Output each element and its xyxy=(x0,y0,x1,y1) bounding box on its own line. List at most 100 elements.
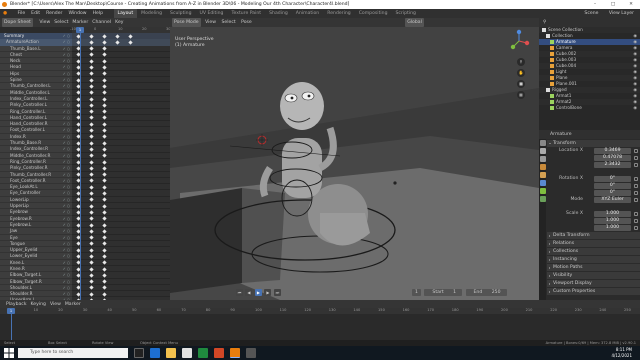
timeline-ruler[interactable]: 0102030405060708090100110120130140150160… xyxy=(0,308,640,314)
keyframe[interactable] xyxy=(102,191,107,196)
keyframe[interactable] xyxy=(89,59,94,64)
keyframe[interactable] xyxy=(89,90,94,95)
scale-x-value[interactable]: 1.000 xyxy=(594,211,631,217)
menu-render[interactable]: Render xyxy=(43,9,65,18)
dopesheet-menu-view[interactable]: View xyxy=(37,18,52,27)
keyframe[interactable] xyxy=(102,178,107,184)
location-z-lock-icon[interactable] xyxy=(634,162,638,167)
keyframe[interactable] xyxy=(89,292,94,297)
keyframe[interactable] xyxy=(102,260,107,265)
rotation-z-lock-icon[interactable] xyxy=(634,190,638,195)
keyframe[interactable] xyxy=(89,254,94,259)
mode-select[interactable]: Pose Mode xyxy=(172,18,201,27)
keyframe[interactable] xyxy=(102,197,107,202)
keyframe[interactable] xyxy=(102,141,107,146)
task-view-icon[interactable] xyxy=(134,348,144,358)
keyframe[interactable] xyxy=(102,103,107,108)
keyframe[interactable] xyxy=(102,216,107,221)
blender-menu-icon[interactable]: ● xyxy=(0,9,10,18)
outliner-search-icon[interactable]: ⚲ xyxy=(541,18,548,27)
armature-data-tab-icon[interactable] xyxy=(539,188,546,194)
dopesheet-menu-select[interactable]: Select xyxy=(52,18,70,27)
scene-tab-icon[interactable] xyxy=(539,164,546,170)
keyframe[interactable] xyxy=(102,266,107,272)
keyframe[interactable] xyxy=(102,279,107,284)
keyframe[interactable] xyxy=(102,147,107,152)
output-tab-icon[interactable] xyxy=(539,156,546,162)
keyframe[interactable] xyxy=(102,241,107,247)
play-icon[interactable]: ▶ xyxy=(254,289,262,296)
dopesheet-frame-ruler[interactable]: -10 0 10 20 30 xyxy=(70,27,171,33)
keyframe[interactable] xyxy=(89,33,94,39)
file-explorer-icon[interactable] xyxy=(166,348,176,358)
keyframe[interactable] xyxy=(102,285,107,291)
keyframe[interactable] xyxy=(102,153,107,158)
keyframe[interactable] xyxy=(89,222,94,228)
location-y-value[interactable]: 0.47078 xyxy=(594,155,631,161)
keyframe[interactable] xyxy=(102,235,107,240)
keyframe[interactable] xyxy=(89,103,94,108)
keyframe[interactable] xyxy=(89,84,94,89)
keyframe[interactable] xyxy=(102,78,107,83)
3d-viewport[interactable] xyxy=(170,18,539,300)
edge-browser-icon[interactable] xyxy=(150,348,160,358)
rotation-y-lock-icon[interactable] xyxy=(634,183,638,188)
panel-instancing[interactable]: Instancing xyxy=(547,256,640,263)
keyframe[interactable] xyxy=(89,52,94,58)
keyframe[interactable] xyxy=(102,46,107,51)
dopesheet-menu-channel[interactable]: Channel xyxy=(90,18,113,27)
keyframe[interactable] xyxy=(89,235,94,240)
workspace-tab-animation[interactable]: Animation xyxy=(292,9,323,18)
scale-y-lock-icon[interactable] xyxy=(634,218,638,223)
keyframe[interactable] xyxy=(89,96,94,102)
jump-start-icon[interactable]: ⏮ xyxy=(236,289,243,296)
keyframe[interactable] xyxy=(89,46,94,51)
location-y-lock-icon[interactable] xyxy=(634,155,638,160)
viewport-menu-view[interactable]: View xyxy=(203,18,218,27)
keyframe[interactable] xyxy=(89,285,94,291)
scene-selector[interactable]: Scene View Layer xyxy=(578,9,640,18)
keyframe[interactable] xyxy=(102,172,107,177)
scale-z-value[interactable]: 1.000 xyxy=(594,225,631,231)
workspace-tab-compositing[interactable]: Compositing xyxy=(355,9,392,18)
panel-visibility[interactable]: Visibility xyxy=(547,272,640,279)
keyframe[interactable] xyxy=(89,203,94,209)
keyframe[interactable] xyxy=(102,109,107,114)
keyframe[interactable] xyxy=(102,65,107,70)
location-z-value[interactable]: 2.3432 xyxy=(594,162,631,168)
workspace-tab-uv-editing[interactable]: UV Editing xyxy=(196,9,228,18)
keyframe[interactable] xyxy=(102,166,107,171)
keyframe[interactable] xyxy=(102,90,107,95)
maximize-icon[interactable]: □ xyxy=(604,0,622,9)
keyframe[interactable] xyxy=(89,153,94,158)
next-key-icon[interactable]: ▶ xyxy=(264,289,272,296)
windows-start-icon[interactable] xyxy=(4,348,14,358)
keyframe[interactable] xyxy=(102,40,107,45)
keyframe[interactable] xyxy=(102,273,107,278)
keyframe[interactable] xyxy=(89,216,94,221)
keyframe[interactable] xyxy=(102,84,107,89)
location-x-value[interactable]: 0.3469 xyxy=(594,148,631,154)
rotation-z-value[interactable]: 0° xyxy=(594,190,631,196)
end-frame-field[interactable]: End 250 xyxy=(465,289,507,296)
keyframe[interactable] xyxy=(102,52,107,58)
keyframe[interactable] xyxy=(102,122,107,127)
rotation-mode-lock-icon[interactable] xyxy=(634,197,638,202)
menu-edit[interactable]: Edit xyxy=(28,9,43,18)
misc-app-icon[interactable] xyxy=(246,348,256,358)
start-frame-field[interactable]: Start 1 xyxy=(424,289,463,296)
dopesheet-menu-key[interactable]: Key xyxy=(113,18,125,27)
tool-tab-icon[interactable] xyxy=(539,140,546,146)
keyframe[interactable] xyxy=(89,191,94,196)
location-x-lock-icon[interactable] xyxy=(634,148,638,153)
panel-viewport-display[interactable]: Viewport Display xyxy=(547,280,640,287)
keyframe[interactable] xyxy=(89,134,94,139)
keyframe[interactable] xyxy=(89,260,94,265)
keyframe[interactable] xyxy=(89,273,94,278)
bone-tab-icon[interactable] xyxy=(539,196,546,202)
scale-x-lock-icon[interactable] xyxy=(634,211,638,216)
keyframe[interactable] xyxy=(89,159,94,165)
pan-hand-icon[interactable]: ✋ xyxy=(517,69,525,77)
jump-end-icon[interactable]: ⏭ xyxy=(273,289,281,296)
powerpoint-icon[interactable] xyxy=(214,348,224,358)
